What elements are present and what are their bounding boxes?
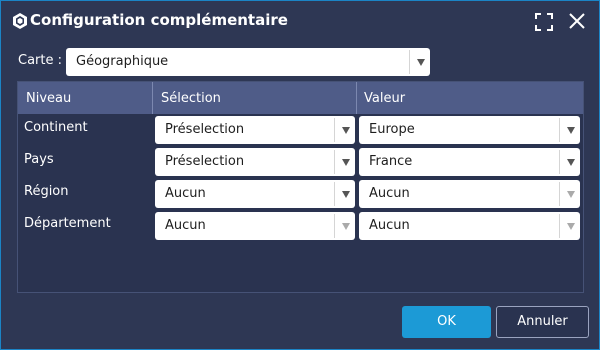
selection-select-continent[interactable]: Préselection [155, 116, 355, 144]
selection-select-region[interactable]: Aucun [155, 180, 355, 208]
selection-select-departement[interactable]: Aucun [155, 212, 355, 240]
cancel-button[interactable]: Annuler [496, 306, 589, 338]
selection-value: Aucun [165, 218, 206, 233]
selection-value: Aucun [165, 186, 206, 201]
column-header-selection: Sélection [161, 91, 221, 106]
carte-label: Carte : [18, 53, 62, 68]
maximize-icon[interactable] [534, 12, 554, 32]
valeur-value: France [369, 154, 413, 169]
chevron-down-icon [567, 159, 575, 166]
column-header-valeur: Valeur [364, 91, 406, 106]
chevron-down-icon [342, 191, 350, 198]
valeur-select-departement[interactable]: Aucun [359, 212, 580, 240]
selection-select-pays[interactable]: Préselection [155, 148, 355, 176]
column-separator [152, 82, 153, 114]
selection-value: Préselection [165, 154, 245, 169]
dialog-title: Configuration complémentaire [30, 11, 288, 29]
app-logo-icon [13, 13, 27, 29]
configuration-dialog: Configuration complémentaire Carte : Géo… [0, 0, 600, 350]
levels-grid: Niveau Sélection Valeur Continent Présel… [17, 81, 584, 293]
chevron-down-icon [567, 127, 575, 134]
valeur-select-pays[interactable]: France [359, 148, 580, 176]
chevron-down-icon [342, 127, 350, 134]
grid-header: Niveau Sélection Valeur [18, 82, 583, 114]
chevron-down-icon [342, 159, 350, 166]
close-icon[interactable] [567, 11, 587, 31]
valeur-value: Aucun [369, 186, 410, 201]
valeur-value: Aucun [369, 218, 410, 233]
chevron-down-icon [567, 223, 575, 230]
row-label-region: Région [24, 184, 69, 199]
ok-button[interactable]: OK [402, 306, 491, 338]
carte-select[interactable]: Géographique [66, 48, 430, 76]
valeur-select-continent[interactable]: Europe [359, 116, 580, 144]
carte-select-value: Géographique [76, 54, 169, 69]
row-label-continent: Continent [24, 120, 88, 135]
selection-value: Préselection [165, 122, 245, 137]
chevron-down-icon [342, 223, 350, 230]
column-header-niveau: Niveau [26, 91, 72, 106]
row-label-departement: Département [24, 216, 111, 231]
valeur-value: Europe [369, 122, 415, 137]
title-bar: Configuration complémentaire [1, 1, 599, 41]
column-separator [356, 82, 357, 114]
chevron-down-icon [567, 191, 575, 198]
valeur-select-region[interactable]: Aucun [359, 180, 580, 208]
row-label-pays: Pays [24, 152, 54, 167]
chevron-down-icon [417, 59, 425, 66]
